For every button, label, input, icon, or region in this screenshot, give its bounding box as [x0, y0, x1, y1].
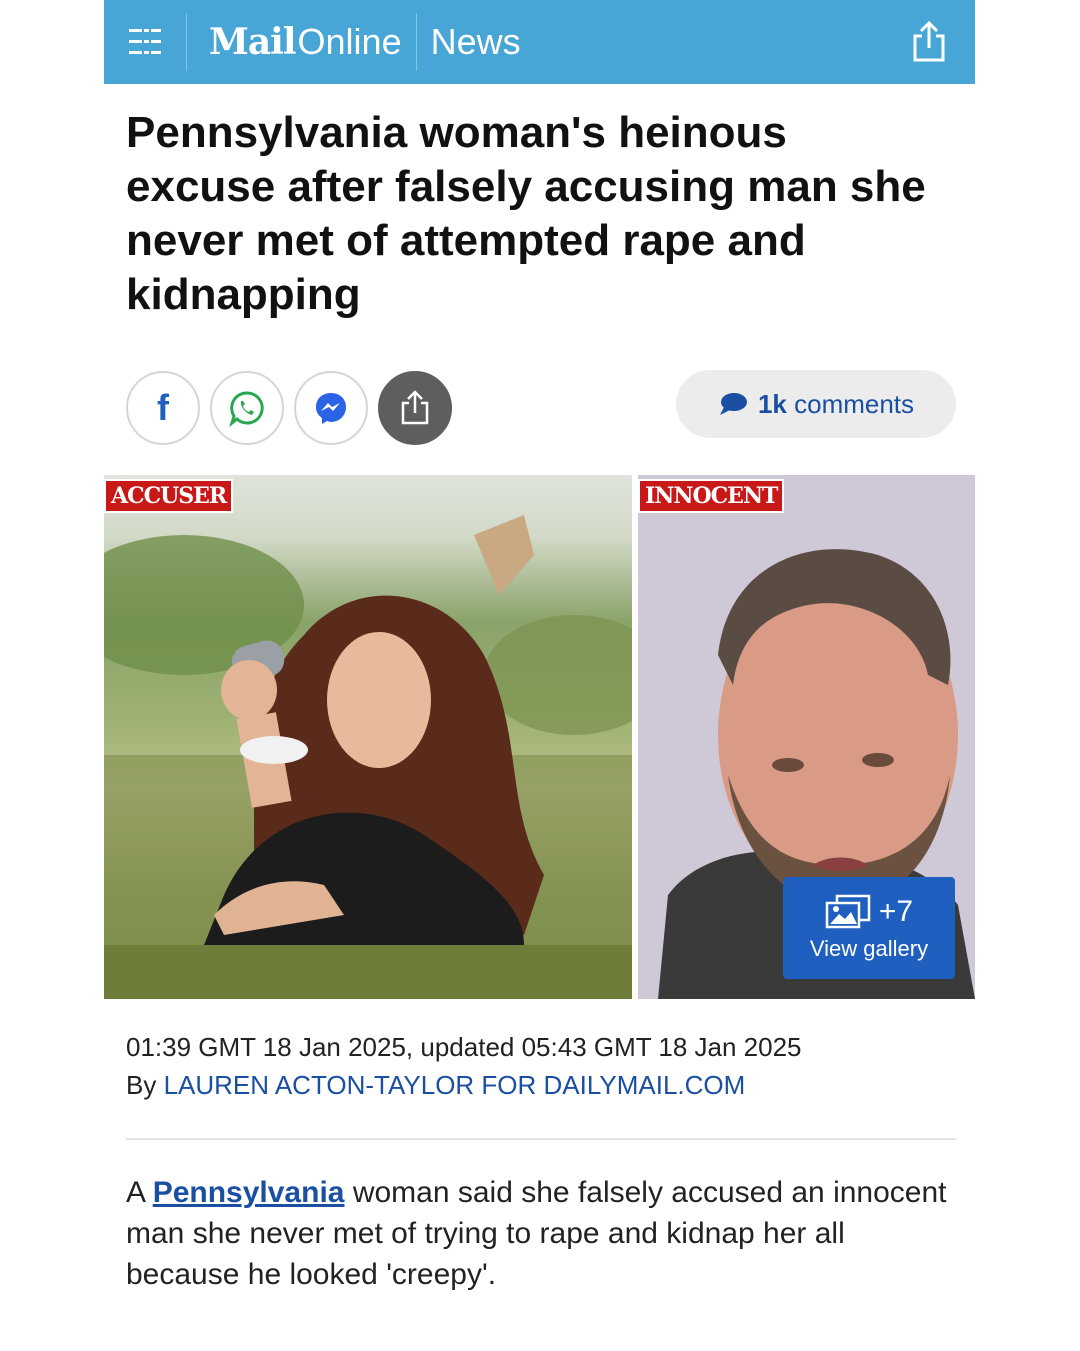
byline-prefix: By	[126, 1070, 157, 1100]
facebook-share-button[interactable]: f	[126, 371, 200, 445]
divider	[126, 1138, 956, 1140]
facebook-icon: f	[157, 387, 169, 428]
article-lead-paragraph: A Pennsylvania woman said she falsely ac…	[126, 1172, 956, 1295]
header-share-button[interactable]	[907, 17, 951, 67]
mailonline-logo[interactable]: Mail Online	[209, 21, 402, 63]
more-share-button[interactable]	[378, 371, 452, 445]
lead-image[interactable]: ACCUSER INNOCENT +7 View gallery	[104, 475, 975, 999]
share-buttons: f	[126, 371, 452, 445]
comments-label: 1k comments	[758, 389, 914, 420]
article-headline: Pennsylvania woman's heinous excuse afte…	[126, 108, 926, 319]
woman-in-grass-image	[104, 515, 632, 999]
lead-word: A	[126, 1176, 145, 1209]
menu-button[interactable]	[104, 0, 186, 84]
header-divider	[186, 13, 187, 71]
messenger-icon	[316, 393, 346, 424]
comments-button[interactable]: 1k comments	[676, 370, 956, 438]
top-nav-bar: Mail Online News	[104, 0, 975, 84]
author-link[interactable]: LAUREN ACTON-TAYLOR FOR DAILYMAIL.COM	[164, 1070, 746, 1100]
logo-mail-text: Mail	[209, 21, 297, 63]
accuser-tag: ACCUSER	[104, 479, 234, 513]
article-byline: By LAUREN ACTON-TAYLOR FOR DAILYMAIL.COM	[126, 1070, 745, 1101]
comments-text: comments	[794, 388, 915, 419]
whatsapp-icon	[229, 391, 264, 427]
comment-bubble-icon	[719, 393, 747, 415]
gallery-count: +7	[878, 895, 914, 928]
pennsylvania-link[interactable]: Pennsylvania	[153, 1176, 345, 1209]
logo-online-text: Online	[297, 21, 402, 62]
innocent-tag: INNOCENT	[638, 479, 785, 513]
gallery-count-row: +7	[825, 894, 913, 930]
innocent-man-photo: INNOCENT +7 View gallery	[638, 475, 975, 999]
article-page: Mail Online News Pennsylvania woman's he…	[104, 0, 975, 1351]
share-icon	[401, 390, 429, 425]
accuser-photo: ACCUSER	[104, 475, 632, 999]
view-gallery-button[interactable]: +7 View gallery	[783, 877, 955, 979]
gallery-icon	[825, 894, 871, 929]
comments-count: 1k	[757, 388, 787, 419]
header-divider	[415, 13, 417, 71]
gallery-label: View gallery	[809, 936, 929, 961]
section-label[interactable]: News	[431, 21, 521, 63]
article-dateline: 01:39 GMT 18 Jan 2025, updated 05:43 GMT…	[126, 1032, 802, 1062]
share-icon	[913, 20, 945, 62]
messenger-share-button[interactable]	[294, 371, 368, 445]
whatsapp-share-button[interactable]	[210, 371, 284, 445]
hamburger-icon	[129, 29, 161, 54]
